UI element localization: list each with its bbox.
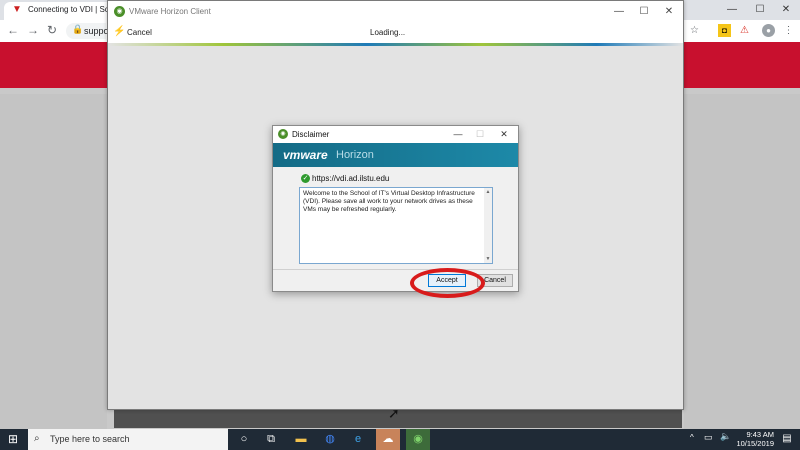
- server-url: https://vdi.ad.ilstu.edu: [312, 174, 390, 183]
- cortana-icon[interactable]: ○: [232, 429, 256, 450]
- horizon-maximize-button[interactable]: ☐: [634, 5, 654, 19]
- back-arrow-icon[interactable]: ←: [6, 23, 20, 37]
- windows-start-icon[interactable]: ⊞: [0, 429, 26, 450]
- scroll-down-arrow-icon[interactable]: ▼: [484, 255, 492, 263]
- scroll-up-arrow-icon[interactable]: ▲: [484, 188, 492, 196]
- dialog-titlebar: ◉ Disclaimer — ☐ ✕: [273, 126, 518, 143]
- windows-taskbar: ⊞ ⌕ Type here to search ○ ⧉ ▬ ◍ e ☁ ◉: [0, 429, 800, 450]
- notifications-icon[interactable]: ▤: [780, 432, 794, 446]
- disclaimer-dialog: ◉ Disclaimer — ☐ ✕ vmware Horizon ✓ http…: [272, 125, 519, 292]
- browser-minimize-button[interactable]: —: [718, 2, 746, 18]
- profile-avatar-icon[interactable]: ●: [762, 24, 775, 37]
- site-background-right: [684, 94, 800, 429]
- browser-tab-title: Connecting to VDI | School: [28, 5, 112, 14]
- browser-maximize-button[interactable]: ☐: [746, 2, 774, 18]
- search-icon: ⌕: [34, 433, 40, 444]
- forward-arrow-icon[interactable]: →: [26, 23, 40, 37]
- extension-icon[interactable]: ◘: [718, 24, 731, 37]
- secure-connection-icon: ✓: [301, 174, 310, 183]
- vmware-logo-text: vmware: [283, 148, 328, 162]
- dialog-separator: [273, 269, 518, 270]
- search-placeholder: Type here to search: [50, 434, 130, 444]
- message-scrollbar[interactable]: ▲ ▼: [484, 188, 492, 263]
- site-favicon-icon: ▼: [12, 4, 22, 15]
- cursor-icon: ➚: [388, 405, 400, 421]
- disconnect-plug-icon[interactable]: ⚡: [113, 26, 125, 38]
- horizon-toolbar: ⚡ Cancel Loading...: [108, 23, 683, 44]
- file-explorer-icon[interactable]: ▬: [289, 429, 313, 450]
- dialog-maximize-button: ☐: [475, 129, 485, 139]
- browser-window-controls: — ☐ ✕: [690, 0, 800, 20]
- lock-icon: 🔒: [72, 24, 84, 34]
- taskbar-search-box[interactable]: ⌕ Type here to search: [28, 429, 228, 450]
- browser-close-button[interactable]: ✕: [772, 2, 800, 18]
- disclaimer-message: Welcome to the School of IT's Virtual De…: [303, 190, 475, 213]
- dialog-close-button[interactable]: ✕: [496, 128, 512, 141]
- horizon-window-title: VMware Horizon Client: [129, 7, 211, 16]
- horizon-client-icon[interactable]: ◉: [406, 429, 430, 450]
- volume-icon[interactable]: 🔈: [720, 431, 731, 442]
- taskbar-clock-time[interactable]: 9:43 AM: [738, 430, 774, 439]
- horizon-dialog-icon: ◉: [278, 129, 288, 139]
- horizon-app-icon: ◉: [114, 6, 125, 17]
- horizon-logo-text: Horizon: [336, 149, 374, 161]
- horizon-close-button[interactable]: ✕: [659, 5, 679, 19]
- photos-app-icon[interactable]: ☁: [376, 429, 400, 450]
- star-icon[interactable]: ☆: [688, 24, 701, 37]
- cancel-connection-button[interactable]: Cancel: [127, 28, 152, 37]
- address-text: suppo: [84, 26, 109, 36]
- task-view-icon[interactable]: ⧉: [259, 429, 283, 450]
- dialog-minimize-button[interactable]: —: [450, 128, 466, 141]
- taskbar-clock-date[interactable]: 10/15/2019: [732, 439, 774, 448]
- horizon-accent-stripe: [108, 43, 683, 46]
- horizon-titlebar: ◉ VMware Horizon Client — ☐ ✕: [108, 1, 683, 23]
- chrome-icon[interactable]: ◍: [318, 429, 342, 450]
- edge-icon[interactable]: e: [346, 429, 370, 450]
- menu-kebab-icon[interactable]: ⋮: [782, 24, 795, 37]
- site-background-left: [0, 94, 107, 429]
- disclaimer-message-box[interactable]: Welcome to the School of IT's Virtual De…: [299, 187, 493, 264]
- tray-overflow-icon[interactable]: ^: [690, 433, 694, 442]
- reload-icon[interactable]: ↻: [45, 23, 59, 37]
- red-highlight-circle: [410, 268, 485, 298]
- network-icon[interactable]: ▭: [704, 432, 713, 443]
- dialog-title: Disclaimer: [292, 130, 330, 139]
- browser-tab[interactable]: ▼ Connecting to VDI | School: [4, 2, 112, 20]
- pdf-extension-icon[interactable]: ⚠: [738, 24, 751, 37]
- loading-status: Loading...: [370, 28, 406, 37]
- horizon-minimize-button[interactable]: —: [609, 5, 629, 19]
